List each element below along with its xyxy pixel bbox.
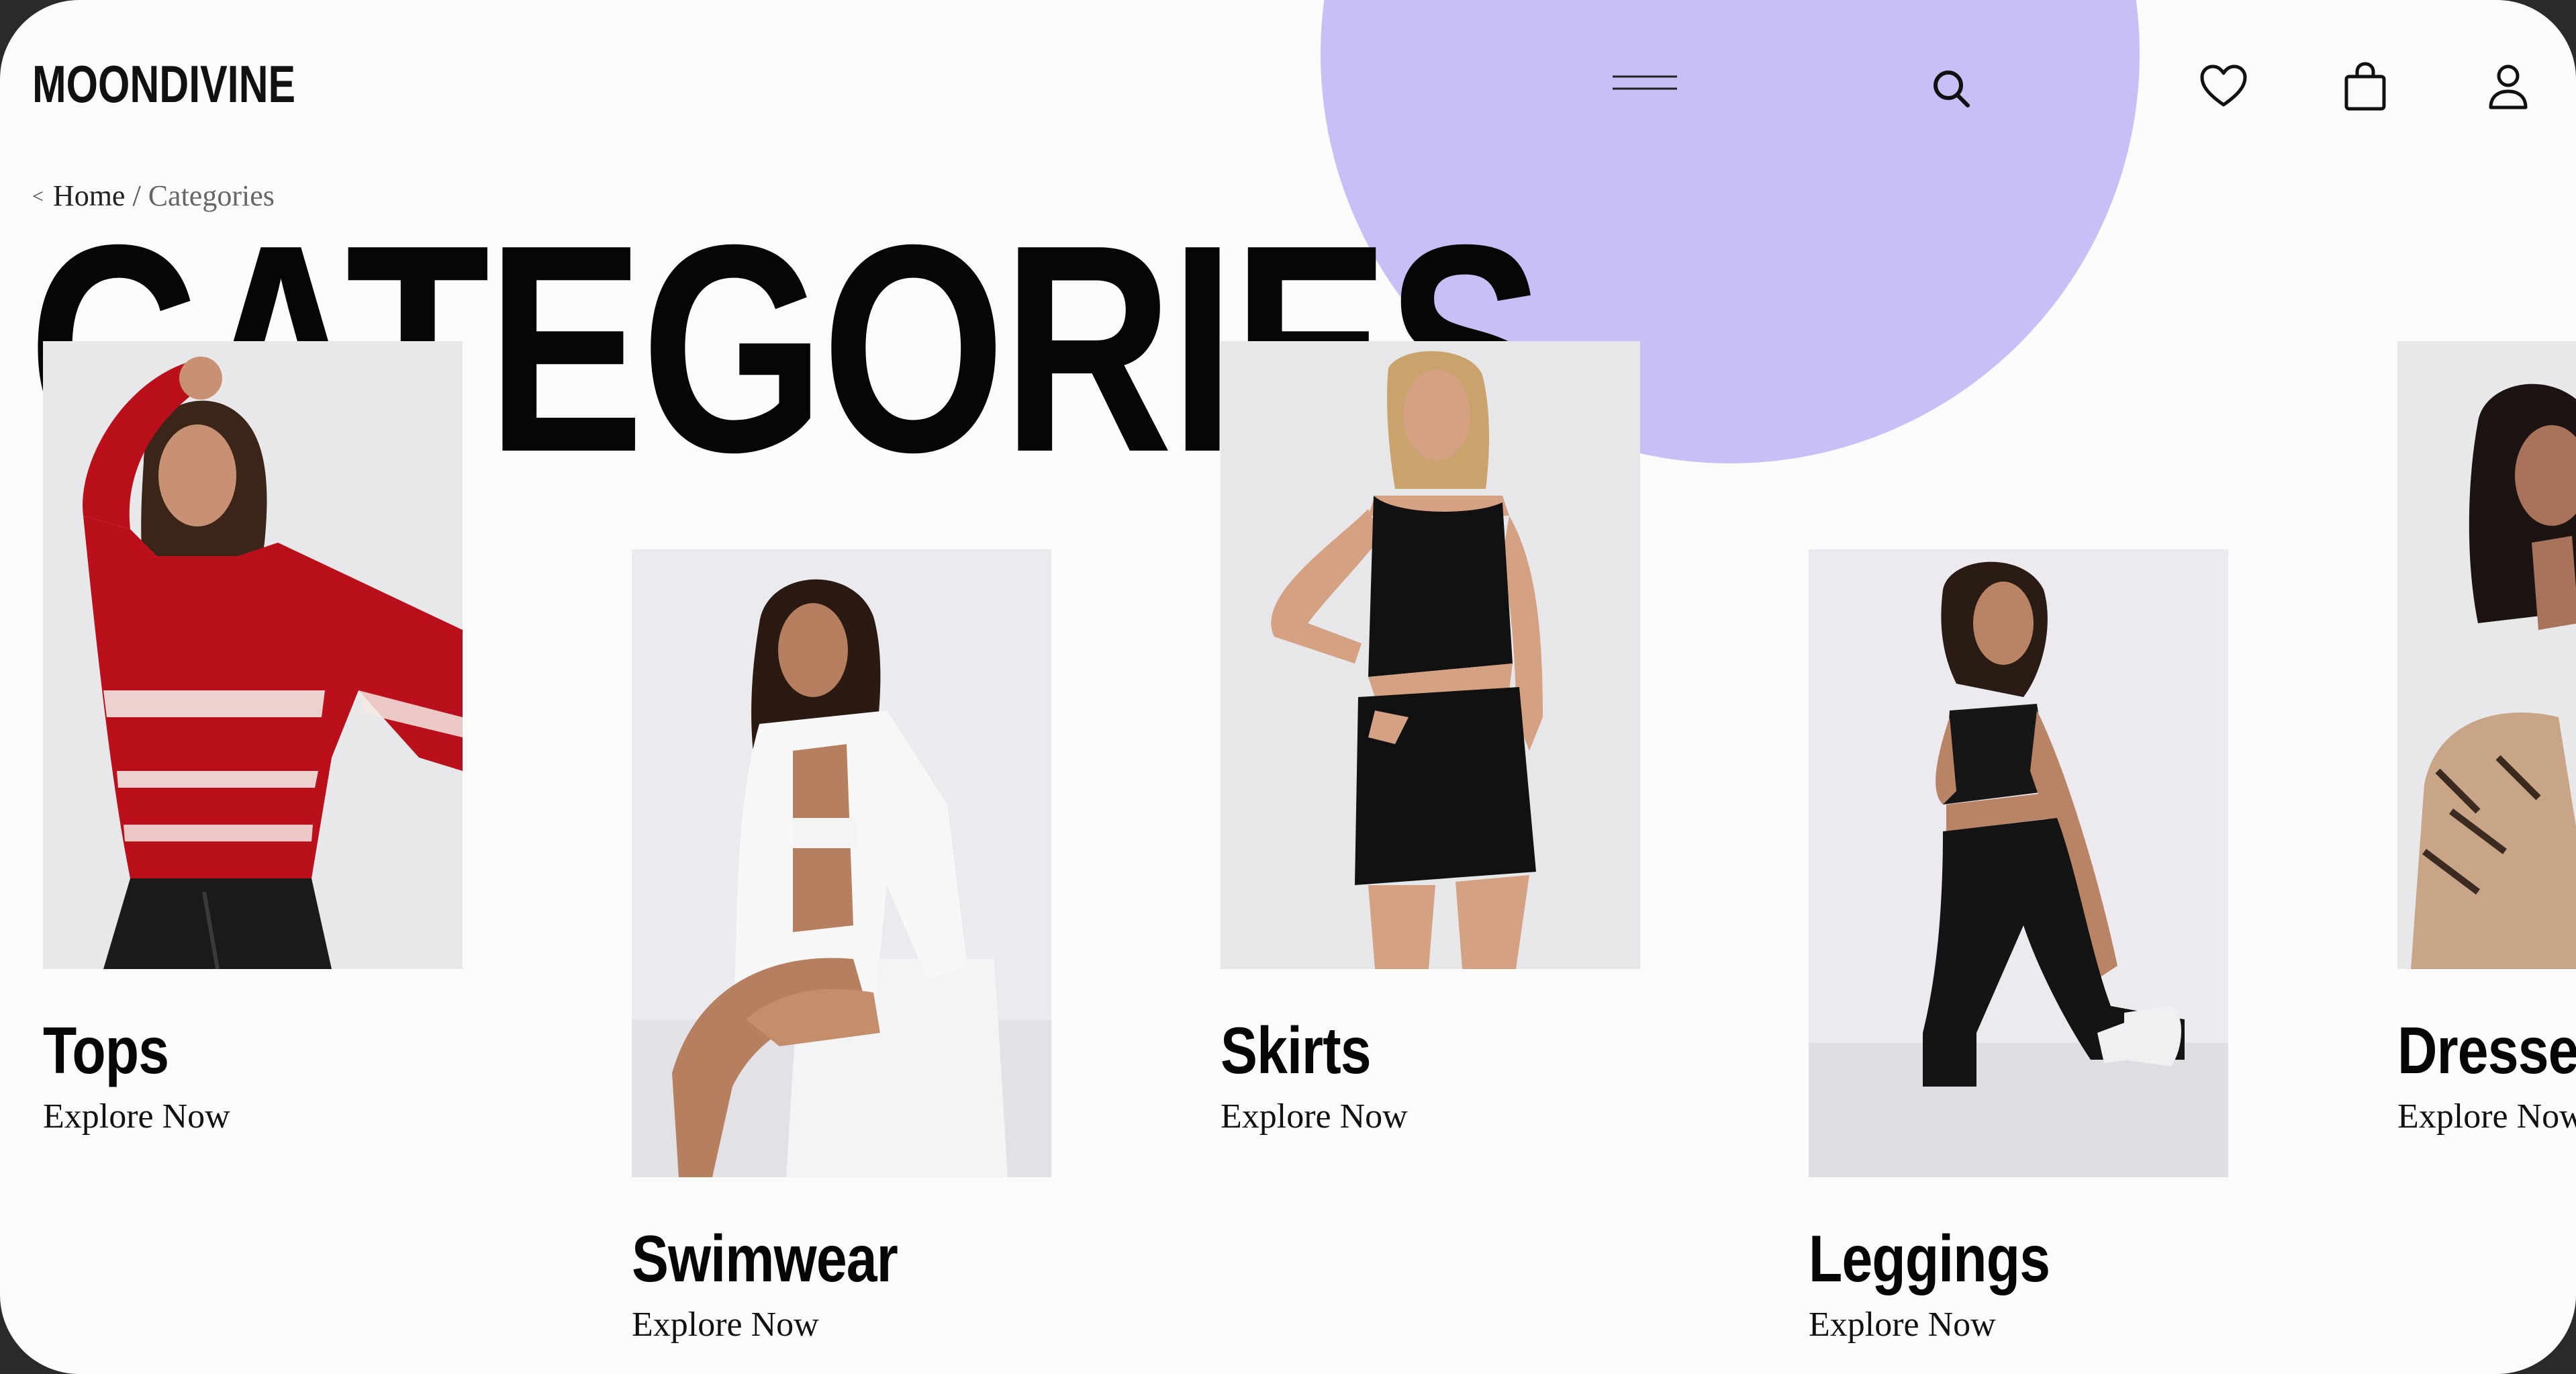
heart-icon[interactable] [2199, 64, 2248, 109]
bag-icon[interactable] [2343, 62, 2387, 111]
brand-logo[interactable]: MOONDIVINE [32, 54, 295, 115]
category-card-leggings[interactable]: Leggings Explore Now [1809, 549, 2228, 1344]
category-title[interactable]: Dresses [2397, 1013, 2576, 1089]
menu-icon[interactable] [1611, 73, 1678, 93]
category-card-dresses[interactable]: Dresses Explore Now [2397, 341, 2576, 1136]
category-title[interactable]: Tops [43, 1013, 169, 1089]
category-image-skirts[interactable] [1221, 341, 1640, 969]
category-title[interactable]: Swimwear [632, 1221, 898, 1297]
user-icon[interactable] [2488, 63, 2528, 110]
explore-now-link[interactable]: Explore Now [632, 1305, 819, 1344]
category-title[interactable]: Skirts [1221, 1013, 1372, 1089]
breadcrumb-separator: / [132, 179, 141, 212]
breadcrumb: < Home / Categories [32, 179, 275, 213]
explore-now-link[interactable]: Explore Now [2397, 1097, 2576, 1136]
category-card-skirts[interactable]: Skirts Explore Now [1221, 341, 1640, 1136]
category-card-swimwear[interactable]: Swimwear Explore Now [632, 549, 1051, 1344]
explore-now-link[interactable]: Explore Now [43, 1097, 230, 1136]
category-image-tops[interactable] [43, 341, 463, 969]
app-frame: MOONDIVINE < Home / Categories CATEGORIES [0, 0, 2576, 1374]
category-title[interactable]: Leggings [1809, 1221, 2050, 1297]
breadcrumb-current: Categories [148, 179, 275, 212]
explore-now-link[interactable]: Explore Now [1809, 1305, 1996, 1344]
back-chevron-icon[interactable]: < [32, 185, 44, 208]
category-image-dresses[interactable] [2397, 341, 2576, 969]
explore-now-link[interactable]: Explore Now [1221, 1097, 1408, 1136]
category-image-swimwear[interactable] [632, 549, 1051, 1177]
search-icon[interactable] [1931, 67, 1971, 109]
breadcrumb-home[interactable]: Home [53, 179, 126, 212]
category-card-tops[interactable]: Tops Explore Now [43, 341, 463, 1136]
category-image-leggings[interactable] [1809, 549, 2228, 1177]
